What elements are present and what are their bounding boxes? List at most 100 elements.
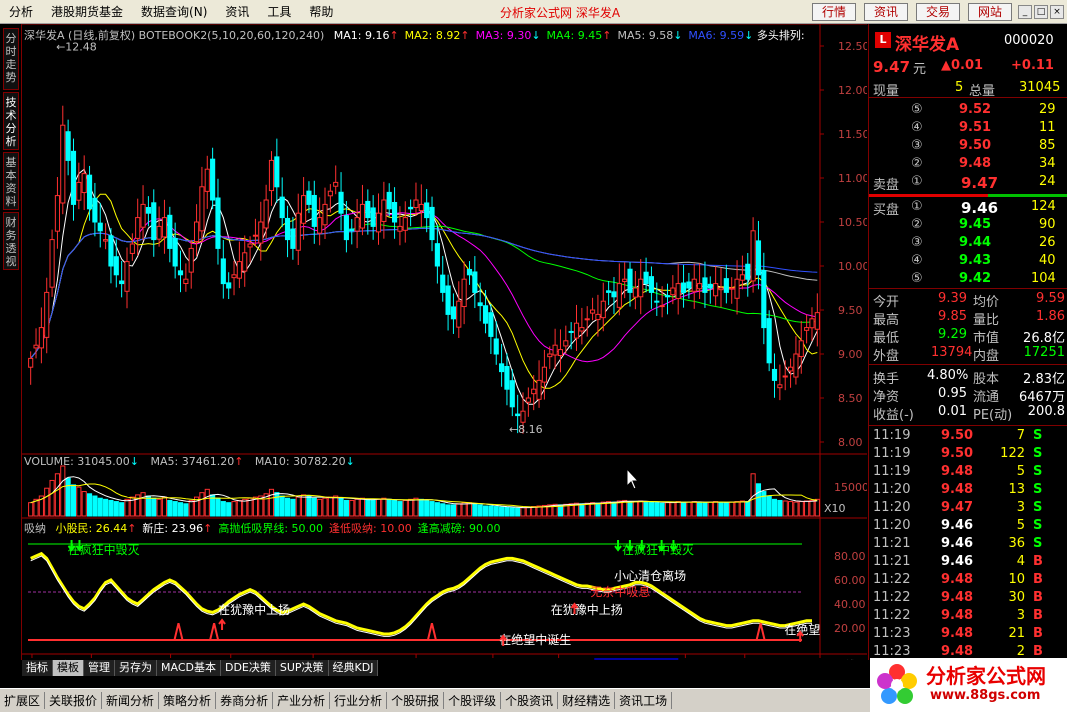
candle — [445, 274, 451, 331]
stat-row: 外盘 13794 内盘 17251 — [869, 345, 1067, 364]
stat-value: 9.29 — [938, 327, 967, 342]
candle — [734, 260, 740, 315]
menu-bar: 分析 港股期货基金 数据查询(N) 资讯 工具 帮助 分析家公式网 深华发A 行… — [0, 0, 1067, 24]
signal-label: 在疯狂中毁灭 — [622, 542, 694, 557]
candle — [236, 241, 242, 289]
volume-bar — [638, 500, 644, 517]
menu-item-analysis[interactable]: 分析 — [0, 3, 42, 20]
level-icon: ③ — [911, 235, 923, 250]
volume-bar — [359, 497, 366, 517]
tick-row: 11:19 9.48 5 S — [869, 464, 1067, 482]
price-row: 9.47 元 ▲0.01 +0.11 — [869, 58, 1067, 77]
quote-button[interactable]: 行情 — [812, 3, 856, 21]
volume-bar — [680, 501, 687, 517]
volume-bar — [327, 496, 333, 517]
tab-financials[interactable]: 财务透视 — [3, 212, 19, 270]
candle — [263, 184, 269, 239]
candle — [231, 260, 237, 296]
volume-bar — [745, 501, 751, 517]
function-tab[interactable]: 个股资讯 — [501, 692, 559, 709]
template-tab[interactable]: 指标 — [22, 660, 53, 676]
buy-spike — [755, 622, 766, 641]
menu-item-news[interactable]: 资讯 — [216, 3, 258, 20]
minimize-icon[interactable]: _ — [1018, 5, 1032, 19]
tab-fundamentals[interactable]: 基本资料 — [3, 152, 19, 210]
website-button[interactable]: 网站 — [968, 3, 1012, 21]
volume-bar — [766, 495, 772, 517]
trade-button[interactable]: 交易 — [916, 3, 960, 21]
menu-item-tools[interactable]: 工具 — [258, 3, 300, 20]
tick-row: 11:23 9.48 21 B — [869, 626, 1067, 644]
candle — [172, 222, 178, 279]
price-tick-label: 10.50 — [838, 216, 867, 229]
ma-label: MA5: 9.58 — [617, 29, 674, 42]
stat-label: 均价 — [973, 295, 1000, 310]
stat-label: 收益(-) — [873, 408, 914, 423]
news-button[interactable]: 资讯 — [864, 3, 908, 21]
volume-bar — [499, 506, 505, 517]
template-tab[interactable]: 另存为 — [115, 660, 157, 676]
menu-item-hk-futures[interactable]: 港股期货基金 — [42, 3, 132, 20]
buy-spike — [173, 622, 184, 641]
tick-time: 11:22 — [873, 608, 911, 623]
volume-bar — [632, 501, 638, 517]
function-tab[interactable]: 资讯工场 — [615, 692, 673, 709]
book-divider — [869, 194, 1067, 197]
volume-bar — [466, 502, 473, 517]
tick-row: 11:19 9.50 7 S — [869, 428, 1067, 446]
candle — [119, 260, 125, 298]
template-tab[interactable]: MACD基本 — [157, 660, 221, 676]
candle — [713, 266, 719, 306]
tick-time: 11:21 — [873, 554, 911, 569]
stat-value: 200.8 — [1027, 404, 1065, 419]
function-tab[interactable]: 行业分析 — [330, 692, 388, 709]
candle — [397, 206, 403, 246]
volume-bar — [702, 502, 708, 517]
menu-item-data-query[interactable]: 数据查询(N) — [132, 3, 216, 20]
function-tab[interactable]: 关联报价 — [45, 692, 103, 709]
chart-area[interactable]: 12.50 12.00 11.50 11.00 10.50 10.00 9.50 9.00 8.… — [22, 24, 867, 674]
function-tab[interactable]: 扩展区 — [0, 692, 46, 709]
function-tab[interactable]: 财经精选 — [558, 692, 616, 709]
kline-svg[interactable]: 12.50 12.00 11.50 11.00 10.50 10.00 9.50 9.00 8.… — [22, 24, 867, 674]
candle — [766, 310, 772, 372]
function-tab[interactable]: 策略分析 — [159, 692, 217, 709]
function-tab[interactable]: 产业分析 — [273, 692, 331, 709]
sell-price: 9.52 — [959, 102, 992, 117]
tick-direction: S — [1033, 536, 1043, 551]
menu-item-help[interactable]: 帮助 — [300, 3, 342, 20]
candle — [295, 193, 301, 266]
volume-bar — [397, 501, 403, 517]
buy-spike — [426, 622, 437, 641]
candle — [584, 306, 590, 337]
function-tab[interactable]: 个股研报 — [387, 692, 445, 709]
template-tab[interactable]: 经典KDJ — [328, 660, 379, 676]
stat-label: 股本 — [973, 372, 1000, 387]
close-icon[interactable]: × — [1050, 5, 1064, 19]
tab-intraday[interactable]: 分时走势 — [3, 28, 19, 90]
volume-bar — [119, 502, 125, 517]
buy-volume: 124 — [1031, 199, 1056, 214]
candle — [750, 217, 756, 293]
template-tab[interactable]: SUP决策 — [275, 660, 329, 676]
function-tab[interactable]: 券商分析 — [216, 692, 274, 709]
candle — [193, 204, 200, 257]
tab-technical[interactable]: 技术分析 — [3, 92, 19, 150]
maximize-icon[interactable]: □ — [1034, 5, 1048, 19]
function-tab[interactable]: 个股评级 — [444, 692, 502, 709]
tick-row: 11:21 9.46 4 B — [869, 554, 1067, 572]
indicator-label: 新庄: 23.96 — [142, 522, 204, 535]
tick-direction: B — [1033, 554, 1043, 569]
template-tab[interactable]: 管理 — [84, 660, 115, 676]
volume-bar — [488, 505, 494, 517]
volume-bar — [472, 503, 478, 517]
volume-bar — [177, 502, 184, 517]
template-tab[interactable]: 模板 — [53, 660, 84, 676]
volume-bar — [440, 503, 446, 517]
candle — [552, 328, 558, 370]
tick-time: 11:22 — [873, 590, 911, 605]
function-tab[interactable]: 新闻分析 — [102, 692, 160, 709]
template-tab[interactable]: DDE决策 — [220, 660, 276, 676]
quote-panel: L 深华发A 000020 9.47 元 ▲0.01 +0.11 现量 5 总量… — [868, 24, 1067, 660]
sell-price: 9.51 — [959, 120, 992, 135]
